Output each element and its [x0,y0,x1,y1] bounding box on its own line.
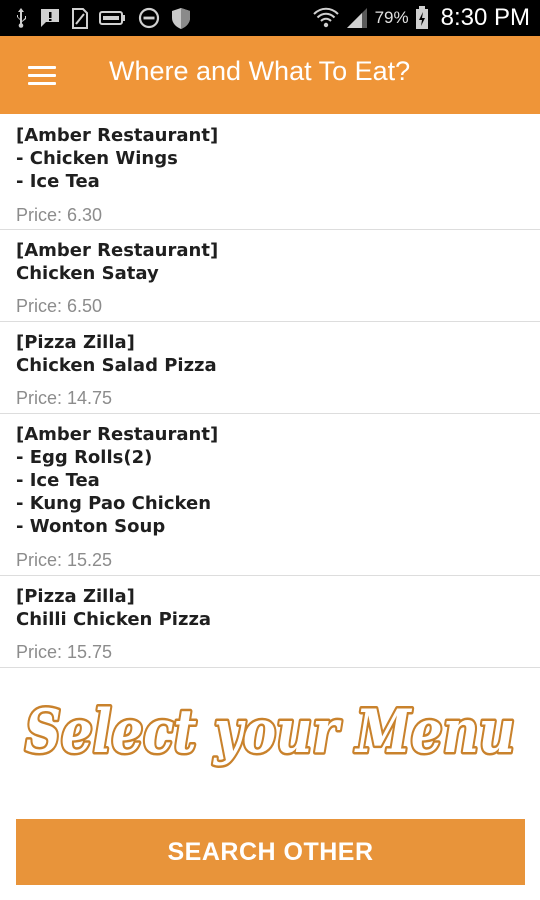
restaurant-name: [Amber Restaurant] [16,240,219,261]
price-label: Price: 14.75 [16,388,113,408]
battery-saver-icon [99,11,125,25]
banner-text: Select your Menu [25,697,515,767]
do-not-disturb-icon [138,7,160,29]
price-label: Price: 6.30 [16,205,103,225]
app-bar: Where and What To Eat? [0,36,540,114]
dish-name: Chicken Salad Pizza [16,355,217,376]
menu-item[interactable]: [Amber Restaurant] Chicken Satay Price: … [0,230,540,322]
select-your-menu-banner: Select your Menu [23,695,518,770]
menu-item[interactable]: [Amber Restaurant] - Egg Rolls(2) - Ice … [0,414,540,576]
status-left-icons [14,6,191,30]
price-label: Price: 15.25 [16,550,113,570]
price-label: Price: 6.50 [16,296,103,316]
menu-item[interactable]: [Amber Restaurant] - Chicken Wings - Ice… [0,114,540,230]
dish-name: - Ice Tea [16,171,100,192]
dish-name: - Kung Pao Chicken [16,493,212,514]
dish-name: - Ice Tea [16,470,100,491]
signal-icon [346,8,367,28]
menu-list: [Amber Restaurant] - Chicken Wings - Ice… [0,114,540,670]
dish-name: - Egg Rolls(2) [16,447,153,468]
status-bar: 79% 8:30 PM [0,0,540,36]
dish-name: Chicken Satay [16,263,159,284]
message-icon [41,9,59,27]
dish-name: - Wonton Soup [16,516,166,537]
wifi-icon [312,7,339,28]
menu-item[interactable]: [Pizza Zilla] Chilli Chicken Pizza Price… [0,576,540,668]
dish-name: Chilli Chicken Pizza [16,609,212,630]
search-other-label: SEARCH OTHER [167,837,374,866]
app-title: Where and What To Eat? [109,56,411,86]
battery-icon [415,6,428,29]
clock: 8:30 PM [440,4,530,31]
battery-percent: 79% [374,8,409,27]
menu-item[interactable]: [Pizza Zilla] Chicken Salad Pizza Price:… [0,322,540,414]
hamburger-menu-icon[interactable] [20,60,64,92]
status-right-icons: 79% 8:30 PM [312,3,530,33]
usb-icon [17,8,26,28]
shield-icon [172,7,190,29]
search-other-button[interactable]: SEARCH OTHER [16,819,525,885]
restaurant-name: [Pizza Zilla] [16,586,135,607]
sim-icon [72,7,88,29]
restaurant-name: [Amber Restaurant] [16,424,219,445]
restaurant-name: [Amber Restaurant] [16,125,219,146]
restaurant-name: [Pizza Zilla] [16,332,135,353]
price-label: Price: 15.75 [16,642,113,662]
dish-name: - Chicken Wings [16,148,178,169]
